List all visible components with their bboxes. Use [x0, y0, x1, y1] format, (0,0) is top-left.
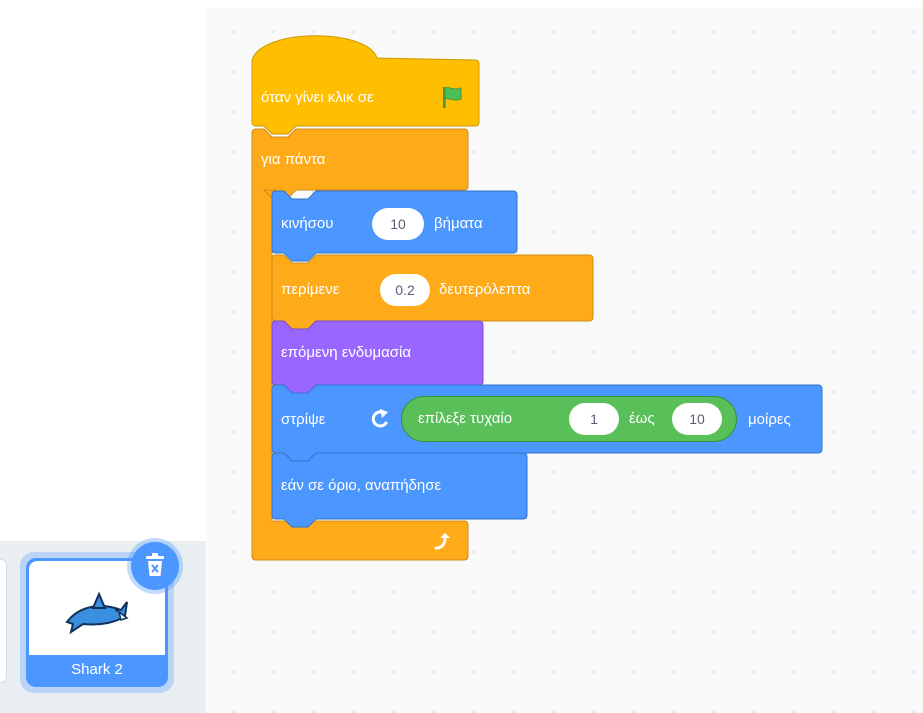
move-label: κινήσου [281, 215, 334, 232]
wait-seconds-input[interactable]: 0.2 [380, 274, 430, 306]
forever-label: για πάντα [261, 151, 326, 168]
next-costume-label: επόμενη ενδυμασία [281, 344, 412, 361]
turn-unit-label: μοίρες [748, 411, 791, 428]
green-flag-icon [443, 87, 462, 108]
shark-icon [65, 591, 129, 635]
wait-unit-label: δευτερόλεπτα [439, 281, 531, 298]
move-unit-label: βήματα [434, 215, 483, 232]
random-to-input[interactable]: 10 [672, 403, 722, 435]
rotate-right-icon [371, 409, 388, 428]
loop-arrow-icon [434, 533, 450, 550]
trash-icon [146, 553, 164, 576]
pick-random-reporter[interactable]: επίλεξε τυχαίο 1 έως 10 [401, 396, 737, 442]
turn-label: στρίψε [281, 411, 326, 428]
code-workspace[interactable]: όταν γίνει κλικ σε για πάντα κινήσου 10 … [207, 8, 923, 713]
sprite-list-panel: Shark 2 [0, 541, 206, 713]
bounce-label: εάν σε όριο, αναπήδησε [281, 477, 442, 494]
move-steps-input[interactable]: 10 [372, 208, 424, 240]
random-to-label: έως [629, 410, 655, 427]
random-from-input[interactable]: 1 [569, 403, 619, 435]
sprite-name: Shark 2 [71, 661, 123, 678]
wait-label: περίμενε [281, 281, 340, 298]
delete-sprite-button[interactable] [131, 542, 179, 590]
sprite-tile-partial[interactable] [0, 559, 7, 683]
pick-random-label: επίλεξε τυχαίο [418, 410, 513, 427]
hat-label: όταν γίνει κλικ σε [261, 89, 374, 106]
